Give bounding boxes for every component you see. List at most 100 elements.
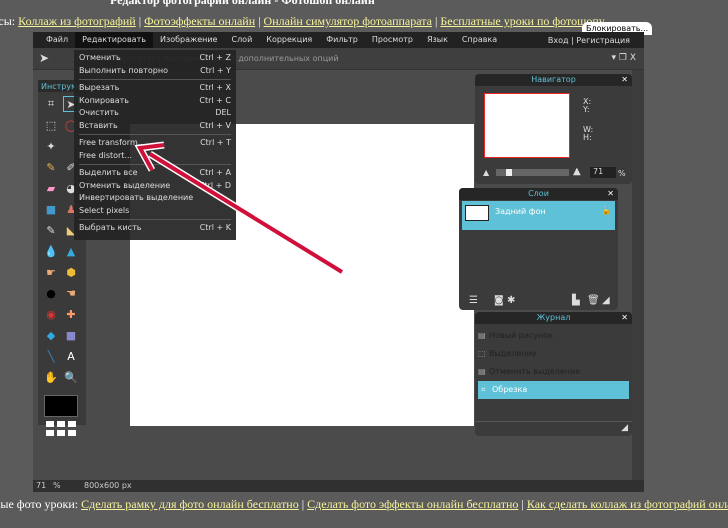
- close-icon[interactable]: X: [630, 53, 636, 63]
- text-tool-icon[interactable]: A: [63, 348, 79, 364]
- effects-icon[interactable]: ✱: [507, 295, 515, 306]
- new-layer-icon[interactable]: ▙: [572, 295, 580, 306]
- blur-icon[interactable]: 💧: [43, 243, 59, 259]
- menu-item-label: Select pixels: [79, 205, 130, 215]
- edit-menu-item[interactable]: Выбрать кисть Ctrl + K: [79, 222, 231, 235]
- history-item[interactable]: ▤ Новый рисунок: [475, 327, 632, 345]
- menu-separator: [79, 219, 231, 220]
- close-icon[interactable]: ✕: [607, 188, 614, 200]
- view-mode-icons[interactable]: [46, 421, 86, 436]
- edit-menu-item[interactable]: Инвертировать выделение: [79, 192, 231, 205]
- trash-icon[interactable]: 🗑: [587, 295, 600, 306]
- history-item[interactable]: ⬚ Выделение: [475, 345, 632, 363]
- lock-icon: 🔒: [601, 206, 611, 215]
- menu-item-shortcut: Ctrl + V: [199, 120, 232, 130]
- edit-menu-item[interactable]: Select pixels: [79, 205, 231, 218]
- menu-edit[interactable]: Редактировать: [75, 32, 153, 48]
- history-item[interactable]: ▤ Отменить выделение: [475, 363, 632, 381]
- bloat-icon[interactable]: ◆: [43, 327, 59, 343]
- zoom-input[interactable]: 71: [590, 167, 616, 178]
- menu-help[interactable]: Справка: [455, 32, 504, 48]
- edit-menu-item[interactable]: Free transform... Ctrl + T: [79, 137, 231, 150]
- close-icon[interactable]: ✕: [621, 312, 628, 324]
- menu-item-label: Free transform...: [79, 138, 146, 147]
- resize-icon[interactable]: ◢: [621, 423, 628, 433]
- resize-icon[interactable]: ◢: [602, 295, 610, 306]
- zoom-tool-icon[interactable]: 🔍: [63, 369, 79, 385]
- link-photo-effects[interactable]: Фотоэффекты онлайн: [144, 14, 255, 28]
- menu-layer[interactable]: Слой: [224, 32, 259, 48]
- edit-menu-item[interactable]: Free distort...: [79, 150, 231, 163]
- edit-menu-item[interactable]: Вставить Ctrl + V: [79, 120, 231, 133]
- color-replace-icon[interactable]: ✎: [43, 222, 59, 238]
- menu-image[interactable]: Изображение: [153, 32, 225, 48]
- smudge-icon[interactable]: ☛: [43, 264, 59, 280]
- restore-icon[interactable]: ❐: [619, 53, 627, 63]
- collapse-icon[interactable]: ▾: [611, 53, 616, 63]
- pinch-icon[interactable]: ■: [63, 327, 79, 343]
- sep: |: [571, 35, 574, 45]
- register-link[interactable]: Регистрация: [576, 36, 630, 45]
- menu-item-shortcut: Ctrl + C: [199, 95, 231, 105]
- crop-tool-icon[interactable]: ⌗: [43, 96, 59, 112]
- edit-menu-item[interactable]: Выполнить повторно Ctrl + Y: [79, 65, 231, 78]
- link-frame[interactable]: Сделать рамку для фото онлайн бесплатно: [81, 497, 299, 511]
- red-eye-icon[interactable]: ◉: [43, 306, 59, 322]
- navigator-thumbnail[interactable]: [484, 93, 570, 158]
- gradient-icon[interactable]: ■: [43, 201, 59, 217]
- pencil-icon[interactable]: ✎: [43, 159, 59, 175]
- eraser-icon[interactable]: ▰: [43, 180, 59, 196]
- magic-wand-icon[interactable]: ✦: [43, 138, 59, 154]
- zoom-slider-handle[interactable]: [506, 169, 513, 176]
- color-swatch[interactable]: [44, 395, 78, 417]
- mask-icon[interactable]: ◙: [494, 295, 504, 306]
- document-icon: ▤: [478, 367, 486, 376]
- layer-thumbnail: [465, 205, 489, 221]
- zoom-unit: %: [618, 169, 626, 178]
- menu-item-shortcut: Ctrl + K: [199, 223, 231, 232]
- hand-icon[interactable]: ✋: [43, 369, 59, 385]
- layer-item[interactable]: Задний фон 🔒: [462, 201, 615, 230]
- menu-filter[interactable]: Фильтр: [319, 32, 365, 48]
- login-link[interactable]: Вход: [548, 36, 569, 45]
- menu-language[interactable]: Язык: [420, 32, 455, 48]
- sharpen-icon[interactable]: ▲: [63, 243, 79, 259]
- y-label: Y:: [583, 105, 590, 114]
- edit-menu-item[interactable]: Вырезать Ctrl + X: [79, 82, 231, 95]
- edit-menu-item[interactable]: Отменить выделение Ctrl + D: [79, 180, 231, 193]
- menu-bar: Файл Редактировать Изображение Слой Корр…: [33, 32, 644, 48]
- sep: |: [298, 497, 308, 511]
- burn-icon[interactable]: ☚: [63, 285, 79, 301]
- link-collage-howto[interactable]: Как сделать коллаж из фотографий онлайн: [527, 497, 728, 511]
- menu-item-label: Выделить все: [79, 168, 138, 177]
- sponge-icon[interactable]: ⬢: [63, 264, 79, 280]
- menu-item-label: Вставить: [79, 120, 118, 130]
- status-size: 800x600 px: [84, 481, 132, 490]
- eyedropper-icon[interactable]: ╲: [43, 348, 59, 364]
- edit-menu-item[interactable]: Отменить Ctrl + Z: [79, 52, 231, 65]
- menu-file[interactable]: Файл: [39, 32, 75, 48]
- link-collage[interactable]: Коллаж из фотографий: [18, 14, 136, 28]
- history-item-selected[interactable]: ⌗ Обрезка: [478, 381, 629, 399]
- menu-item-shortcut: DEL: [215, 108, 231, 117]
- layer-styles-icon[interactable]: ☰: [469, 295, 478, 306]
- dodge-icon[interactable]: ●: [43, 285, 59, 301]
- edit-menu-item[interactable]: Очистить DEL: [79, 107, 231, 120]
- zoom-slider[interactable]: [496, 169, 569, 176]
- status-bar: 71 % 800x600 px: [33, 480, 644, 492]
- scrollbar[interactable]: [632, 70, 644, 480]
- menu-view[interactable]: Просмотр: [365, 32, 420, 48]
- zoom-out-icon[interactable]: ▲: [483, 168, 489, 177]
- zoom-in-icon[interactable]: ▲: [573, 166, 581, 177]
- history-title: Журнал: [536, 313, 571, 322]
- link-camera-sim[interactable]: Онлайн симулятор фотоаппарата: [264, 14, 432, 28]
- close-icon[interactable]: ✕: [621, 74, 628, 86]
- edit-menu-item[interactable]: Копировать Ctrl + C: [79, 95, 231, 108]
- link-effects[interactable]: Сделать фото эффекты онлайн бесплатно: [307, 497, 518, 511]
- edit-menu-item[interactable]: Выделить все Ctrl + A: [79, 167, 231, 180]
- marquee-tool-icon[interactable]: ⬚: [43, 117, 59, 133]
- menu-item-shortcut: Ctrl + X: [199, 83, 231, 92]
- spot-heal-icon[interactable]: ✚: [63, 306, 79, 322]
- link-lessons[interactable]: Бесплатные уроки по фотошопу: [440, 14, 604, 28]
- menu-adjust[interactable]: Коррекция: [259, 32, 319, 48]
